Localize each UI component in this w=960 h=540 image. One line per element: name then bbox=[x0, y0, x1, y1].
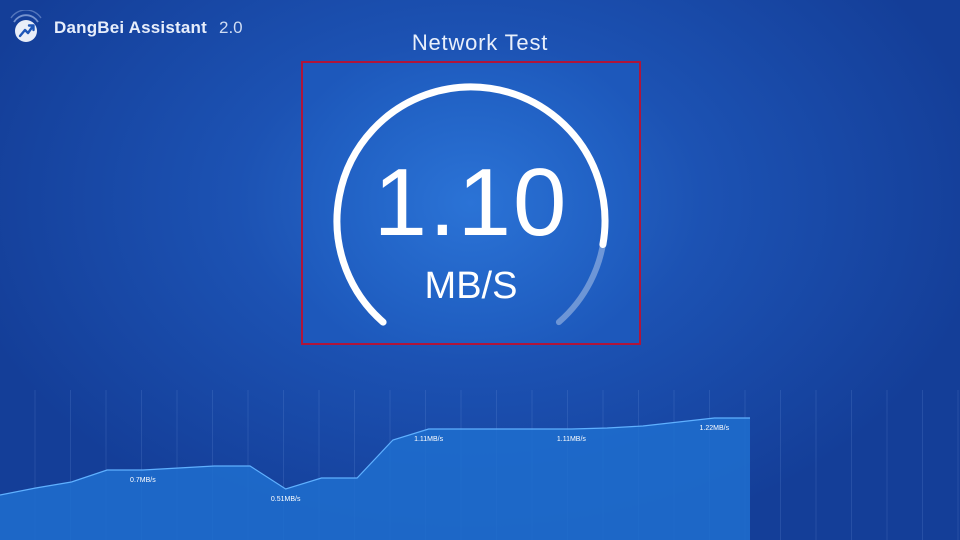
chart-point-label: 1.22MB/s bbox=[700, 425, 730, 432]
chart-point-label: 1.11MB/s bbox=[557, 436, 587, 443]
chart-area bbox=[0, 418, 750, 540]
speed-unit: MB/S bbox=[424, 265, 518, 307]
speed-value: 1.10 bbox=[373, 149, 569, 256]
chart-point-label: 1.11MB/s bbox=[414, 436, 444, 443]
chart-point-label: 0.7MB/s bbox=[130, 477, 156, 484]
chart-point-label: 0.51MB/s bbox=[271, 496, 301, 503]
speed-history-chart: 0.7MB/s 0.51MB/s 1.11MB/s 1.11MB/s 1.22MB/s bbox=[0, 390, 959, 540]
speed-gauge-panel: 1.10 MB/S bbox=[301, 61, 641, 345]
page-title: Network Test bbox=[411, 30, 549, 55]
